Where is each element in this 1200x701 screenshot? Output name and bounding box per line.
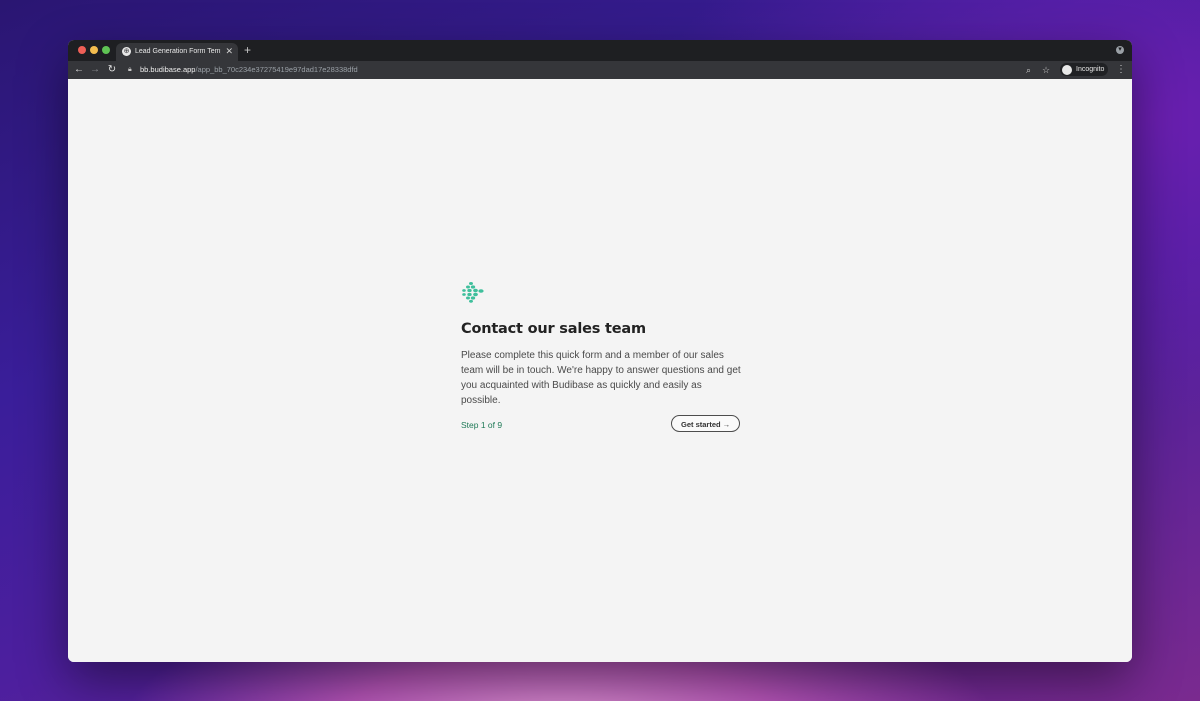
incognito-profile-button[interactable]: Incognito bbox=[1060, 63, 1109, 76]
card-footer: Step 1 of 9 Get started → bbox=[461, 415, 741, 439]
tab-strip: ⊕ Lead Generation Form Templat ✕ + ▾ bbox=[68, 40, 1132, 61]
zoom-icon[interactable]: ⌕ bbox=[1026, 63, 1031, 77]
intro-card: Contact our sales team Please complete t… bbox=[461, 281, 741, 439]
active-tab[interactable]: ⊕ Lead Generation Form Templat ✕ bbox=[116, 43, 238, 61]
intro-description: Please complete this quick form and a me… bbox=[461, 350, 741, 406]
forward-arrow-icon[interactable]: → bbox=[89, 63, 101, 77]
globe-icon: ⊕ bbox=[122, 47, 131, 56]
budibase-logo-icon bbox=[462, 282, 484, 303]
new-tab-button[interactable]: + bbox=[244, 44, 251, 57]
browser-toolbar: ← → ↻ 🔒︎ bb.budibase.app/app_bb_70c234e3… bbox=[68, 61, 1132, 80]
maximize-window-button[interactable] bbox=[102, 46, 110, 54]
star-icon[interactable]: ☆ bbox=[1042, 63, 1050, 77]
page-viewport: Contact our sales team Please complete t… bbox=[68, 79, 1132, 662]
url-text[interactable]: bb.budibase.app/app_bb_70c234e37275419e9… bbox=[140, 64, 358, 76]
close-window-button[interactable] bbox=[78, 46, 86, 54]
tab-title: Lead Generation Form Templat bbox=[135, 48, 221, 55]
url-path: /app_bb_70c234e37275419e97dad17e28338dfd bbox=[195, 65, 358, 74]
minimize-window-button[interactable] bbox=[90, 46, 98, 54]
tab-close-icon[interactable]: ✕ bbox=[225, 46, 233, 57]
incognito-icon bbox=[1062, 64, 1072, 75]
back-arrow-icon[interactable]: ← bbox=[73, 63, 85, 77]
url-host: bb.budibase.app bbox=[140, 65, 196, 74]
reload-icon[interactable]: ↻ bbox=[106, 63, 118, 77]
more-vert-icon[interactable]: ⋮ bbox=[1116, 63, 1126, 77]
tab-search-icon[interactable]: ▾ bbox=[1116, 46, 1124, 54]
address-bar[interactable]: 🔒︎ bb.budibase.app/app_bb_70c234e3727541… bbox=[124, 63, 1084, 77]
lock-icon[interactable]: 🔒︎ bbox=[128, 64, 132, 76]
get-started-button[interactable]: Get started → bbox=[671, 415, 741, 432]
browser-window: ⊕ Lead Generation Form Templat ✕ + ▾ ← →… bbox=[68, 40, 1132, 662]
incognito-label: Incognito bbox=[1076, 66, 1105, 73]
step-indicator: Step 1 of 9 bbox=[461, 420, 503, 430]
page-title: Contact our sales team bbox=[461, 321, 646, 337]
